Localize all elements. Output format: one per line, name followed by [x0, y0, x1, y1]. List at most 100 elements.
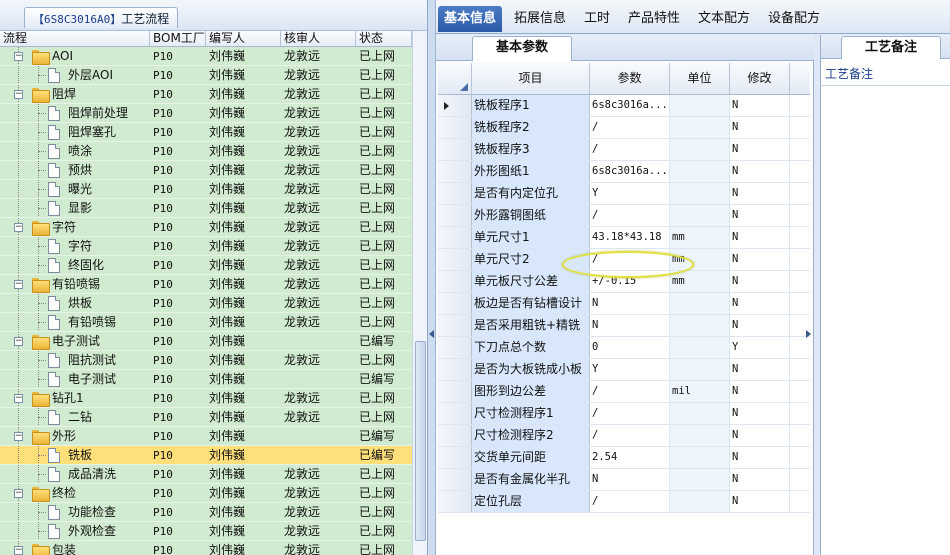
param-value-cell[interactable]: N [590, 469, 670, 490]
tree-row[interactable]: − 终检 P10 刘伟巍 龙敦远 已上网 [0, 484, 412, 503]
param-row[interactable]: 尺寸检测程序1/ N [438, 403, 810, 425]
param-unit-cell[interactable] [670, 425, 730, 446]
writer-cell[interactable]: 刘伟巍 [206, 465, 281, 483]
bom-factory-cell[interactable]: P10 [150, 180, 206, 198]
writer-cell[interactable]: 刘伟巍 [206, 104, 281, 122]
bom-factory-cell[interactable]: P10 [150, 522, 206, 540]
panel-splitter[interactable] [428, 0, 436, 555]
param-modified-cell[interactable]: N [730, 315, 790, 336]
status-cell[interactable]: 已上网 [356, 351, 412, 369]
param-modified-cell[interactable]: Y [730, 337, 790, 358]
tree-row[interactable]: − 电子测试 P10 刘伟巍 已编写 [0, 332, 412, 351]
param-modified-cell[interactable]: N [730, 469, 790, 490]
tree-node[interactable]: 喷涂 [0, 142, 150, 160]
row-header[interactable] [438, 337, 472, 358]
param-value-cell[interactable]: 2.54 [590, 447, 670, 468]
bom-factory-cell[interactable]: P10 [150, 351, 206, 369]
tree-node[interactable]: 阻抗测试 [0, 351, 150, 369]
collapse-minus-icon[interactable]: − [14, 337, 23, 346]
param-value-cell[interactable]: / [590, 403, 670, 424]
param-value-cell[interactable]: +/-0.15 [590, 271, 670, 292]
param-item-cell[interactable]: 尺寸检测程序2 [472, 425, 590, 446]
param-unit-cell[interactable] [670, 183, 730, 204]
param-unit-cell[interactable]: mm [670, 227, 730, 248]
row-header[interactable] [438, 425, 472, 446]
reviewer-cell[interactable]: 龙敦远 [281, 161, 356, 179]
tree-node[interactable]: 烘板 [0, 294, 150, 312]
tree-row[interactable]: 有铅喷锡 P10 刘伟巍 龙敦远 已上网 [0, 313, 412, 332]
tab-product-features[interactable]: 产品特性 [628, 7, 680, 31]
param-unit-cell[interactable] [670, 359, 730, 380]
reviewer-cell[interactable]: 龙敦远 [281, 541, 356, 555]
reviewer-cell[interactable]: 龙敦远 [281, 104, 356, 122]
bom-factory-cell[interactable]: P10 [150, 503, 206, 521]
status-cell[interactable]: 已上网 [356, 199, 412, 217]
param-value-cell[interactable]: N [590, 315, 670, 336]
writer-cell[interactable]: 刘伟巍 [206, 370, 281, 388]
param-item-cell[interactable]: 铣板程序1 [472, 95, 590, 116]
tree-node[interactable]: 有铅喷锡 [0, 313, 150, 331]
tree-node[interactable]: − 钻孔1 [0, 389, 150, 407]
collapse-minus-icon[interactable]: − [14, 280, 23, 289]
param-value-cell[interactable]: N [590, 293, 670, 314]
status-cell[interactable]: 已上网 [356, 161, 412, 179]
column-header-unit[interactable]: 单位 [670, 63, 730, 94]
tree-row[interactable]: − AOI P10 刘伟巍 龙敦远 已上网 [0, 47, 412, 66]
tree-node[interactable]: 字符 [0, 237, 150, 255]
reviewer-cell[interactable]: 龙敦远 [281, 503, 356, 521]
tree-row[interactable]: − 外形 P10 刘伟巍 已编写 [0, 427, 412, 446]
row-header[interactable] [438, 139, 472, 160]
reviewer-cell[interactable]: 龙敦远 [281, 199, 356, 217]
param-unit-cell[interactable] [670, 337, 730, 358]
reviewer-cell[interactable]: 龙敦远 [281, 85, 356, 103]
tree-node[interactable]: 阻焊前处理 [0, 104, 150, 122]
bom-factory-cell[interactable]: P10 [150, 85, 206, 103]
reviewer-cell[interactable] [281, 332, 356, 350]
row-header[interactable] [438, 95, 472, 116]
row-header[interactable] [438, 117, 472, 138]
writer-cell[interactable]: 刘伟巍 [206, 408, 281, 426]
reviewer-cell[interactable]: 龙敦远 [281, 465, 356, 483]
param-item-cell[interactable]: 图形到边公差 [472, 381, 590, 402]
param-row[interactable]: 是否采用粗铣+精铣 N N [438, 315, 810, 337]
bom-factory-cell[interactable]: P10 [150, 313, 206, 331]
param-row[interactable]: 铣板程序3/ N [438, 139, 810, 161]
param-unit-cell[interactable] [670, 95, 730, 116]
writer-cell[interactable]: 刘伟巍 [206, 85, 281, 103]
param-row[interactable]: 铣板程序2/ N [438, 117, 810, 139]
reviewer-cell[interactable]: 龙敦远 [281, 142, 356, 160]
tree-row[interactable]: 显影 P10 刘伟巍 龙敦远 已上网 [0, 199, 412, 218]
param-row[interactable]: 图形到边公差 / mil N [438, 381, 810, 403]
param-row[interactable]: 板边是否有钻槽设计 N N [438, 293, 810, 315]
param-modified-cell[interactable]: N [730, 205, 790, 226]
tree-row[interactable]: 喷涂 P10 刘伟巍 龙敦远 已上网 [0, 142, 412, 161]
process-tree-scrollbar[interactable] [412, 31, 427, 555]
tree-node[interactable]: − 外形 [0, 427, 150, 445]
param-row[interactable]: 下刀点总个数 0 Y [438, 337, 810, 359]
tree-node[interactable]: − 字符 [0, 218, 150, 236]
status-cell[interactable]: 已上网 [356, 503, 412, 521]
tree-node[interactable]: 二钻 [0, 408, 150, 426]
status-cell[interactable]: 已上网 [356, 142, 412, 160]
reviewer-cell[interactable]: 龙敦远 [281, 389, 356, 407]
bom-factory-cell[interactable]: P10 [150, 104, 206, 122]
column-header-status[interactable]: 状态 [356, 31, 412, 46]
param-row[interactable]: 外形露铜图纸 / N [438, 205, 810, 227]
param-value-cell[interactable]: 6s8c3016a... [590, 95, 670, 116]
param-item-cell[interactable]: 是否为大板铣成小板 [472, 359, 590, 380]
bom-factory-cell[interactable]: P10 [150, 161, 206, 179]
tree-row[interactable]: 二钻 P10 刘伟巍 龙敦远 已上网 [0, 408, 412, 427]
writer-cell[interactable]: 刘伟巍 [206, 123, 281, 141]
tree-row[interactable]: 阻焊塞孔 P10 刘伟巍 龙敦远 已上网 [0, 123, 412, 142]
writer-cell[interactable]: 刘伟巍 [206, 389, 281, 407]
tree-node[interactable]: 成品清洗 [0, 465, 150, 483]
reviewer-cell[interactable]: 龙敦远 [281, 237, 356, 255]
tab-basic-params[interactable]: 基本参数 [472, 36, 572, 61]
reviewer-cell[interactable]: 龙敦远 [281, 66, 356, 84]
tab-equipment-recipe[interactable]: 设备配方 [768, 7, 820, 31]
row-header[interactable] [438, 271, 472, 292]
param-item-cell[interactable]: 交货单元间距 [472, 447, 590, 468]
writer-cell[interactable]: 刘伟巍 [206, 294, 281, 312]
collapse-left-arrow-icon[interactable] [429, 330, 434, 338]
param-value-cell[interactable]: 0 [590, 337, 670, 358]
